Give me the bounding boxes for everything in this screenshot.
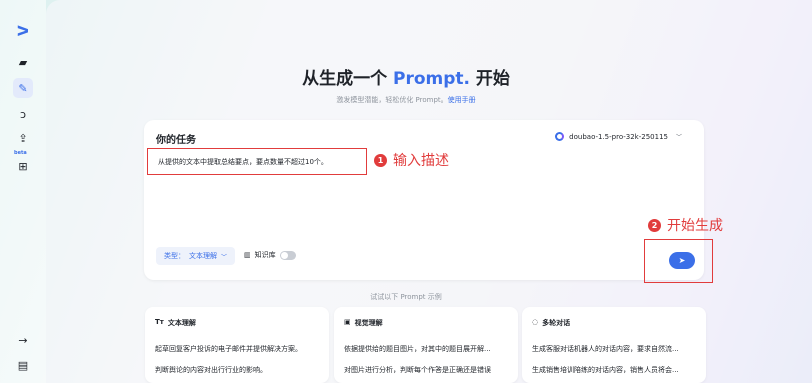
example-line[interactable]: 对图片进行分析，判断每个作答是正确还是错误 bbox=[344, 365, 491, 375]
chevron-down-icon: ﹀ bbox=[221, 253, 228, 261]
text-icon: Tт bbox=[155, 318, 164, 326]
page-title: 从生成一个 Prompt. 开始 bbox=[302, 69, 510, 89]
task-input[interactable]: 从提供的文本中提取总结要点，要点数量不超过10个。 bbox=[147, 148, 367, 175]
app-logo-icon: ᐳ bbox=[16, 24, 30, 40]
expand-arrow-icon[interactable]: → bbox=[13, 330, 33, 350]
example-card[interactable]: ▣ 视觉理解 依据提供给的题目图片，对其中的题目展开解... 对图片进行分析，判断… bbox=[334, 307, 518, 383]
type-value: 文本理解 bbox=[189, 252, 217, 260]
example-title: 多轮对话 bbox=[542, 319, 571, 327]
model-name: doubao-1.5-pro-32k-250115 bbox=[569, 132, 668, 141]
chevron-down-icon: ﹀ bbox=[675, 134, 682, 141]
model-logo-icon bbox=[555, 132, 565, 141]
knowledge-base-icon: ▥ bbox=[244, 251, 251, 259]
batch-icon[interactable]: ⊞ bbox=[13, 156, 33, 176]
task-card: 你的任务 doubao-1.5-pro-32k-250115 ﹀ 从提供的文本中… bbox=[144, 120, 704, 280]
example-line[interactable]: 判断舆论的内容对出行行业的影响。 bbox=[155, 365, 267, 375]
step-1-text: 输入描述 bbox=[393, 153, 449, 169]
compare-icon[interactable]: ↄ bbox=[13, 104, 33, 124]
left-rail: ᐳ ▰ ✎ ↄ ⇪ beta ⊞ → ▤ bbox=[0, 0, 46, 383]
example-line[interactable]: 生成销售培训陪练的对话内容，销售人员将会... bbox=[532, 365, 679, 375]
example-title: 文本理解 bbox=[167, 319, 196, 327]
step-1-number: 1 bbox=[374, 153, 387, 167]
example-line[interactable]: 生成客服对话机器人的对话内容，要求自然流... bbox=[532, 344, 679, 354]
type-label: 类型： bbox=[164, 252, 185, 260]
send-button[interactable]: ➤ bbox=[669, 252, 695, 269]
model-selector[interactable]: doubao-1.5-pro-32k-250115 ﹀ bbox=[555, 132, 682, 141]
examples-label: 试试以下 Prompt 示例 bbox=[370, 293, 442, 301]
knowledge-base-toggle[interactable]: ▥ 知识库 bbox=[244, 250, 296, 260]
example-card[interactable]: ◌ 多轮对话 生成客服对话机器人的对话内容，要求自然流... 生成销售培训陪练的对… bbox=[522, 307, 706, 383]
step-2-number: 2 bbox=[648, 218, 661, 232]
type-selector[interactable]: 类型： 文本理解 ﹀ bbox=[156, 247, 236, 265]
page-subtitle: 激发模型潜能，轻松优化 Prompt。使用手册 bbox=[336, 96, 476, 104]
example-title: 视觉理解 bbox=[354, 319, 383, 327]
chat-icon: ◌ bbox=[532, 318, 539, 326]
example-line[interactable]: 依据提供给的题目图片，对其中的题目展开解... bbox=[344, 344, 491, 354]
knowledge-base-label: 知识库 bbox=[254, 251, 276, 259]
image-icon: ▣ bbox=[344, 318, 351, 326]
export-icon[interactable]: ⇪ bbox=[13, 128, 33, 148]
example-line[interactable]: 起草回复客户投诉的电子邮件并提供解决方案。 bbox=[155, 344, 302, 354]
manual-link[interactable]: 使用手册 bbox=[448, 96, 476, 104]
task-title: 你的任务 bbox=[156, 135, 196, 146]
step-2-text: 开始生成 bbox=[667, 218, 723, 234]
send-icon: ➤ bbox=[678, 256, 686, 265]
book-icon[interactable]: ▤ bbox=[13, 355, 33, 375]
knowledge-base-switch[interactable] bbox=[279, 250, 296, 260]
step-1-annotation: 1 输入描述 bbox=[374, 150, 449, 170]
example-card[interactable]: Tт 文本理解 起草回复客户投诉的电子邮件并提供解决方案。 判断舆论的内容对出行行… bbox=[145, 307, 329, 383]
step-2-annotation: 2 开始生成 bbox=[648, 215, 723, 235]
